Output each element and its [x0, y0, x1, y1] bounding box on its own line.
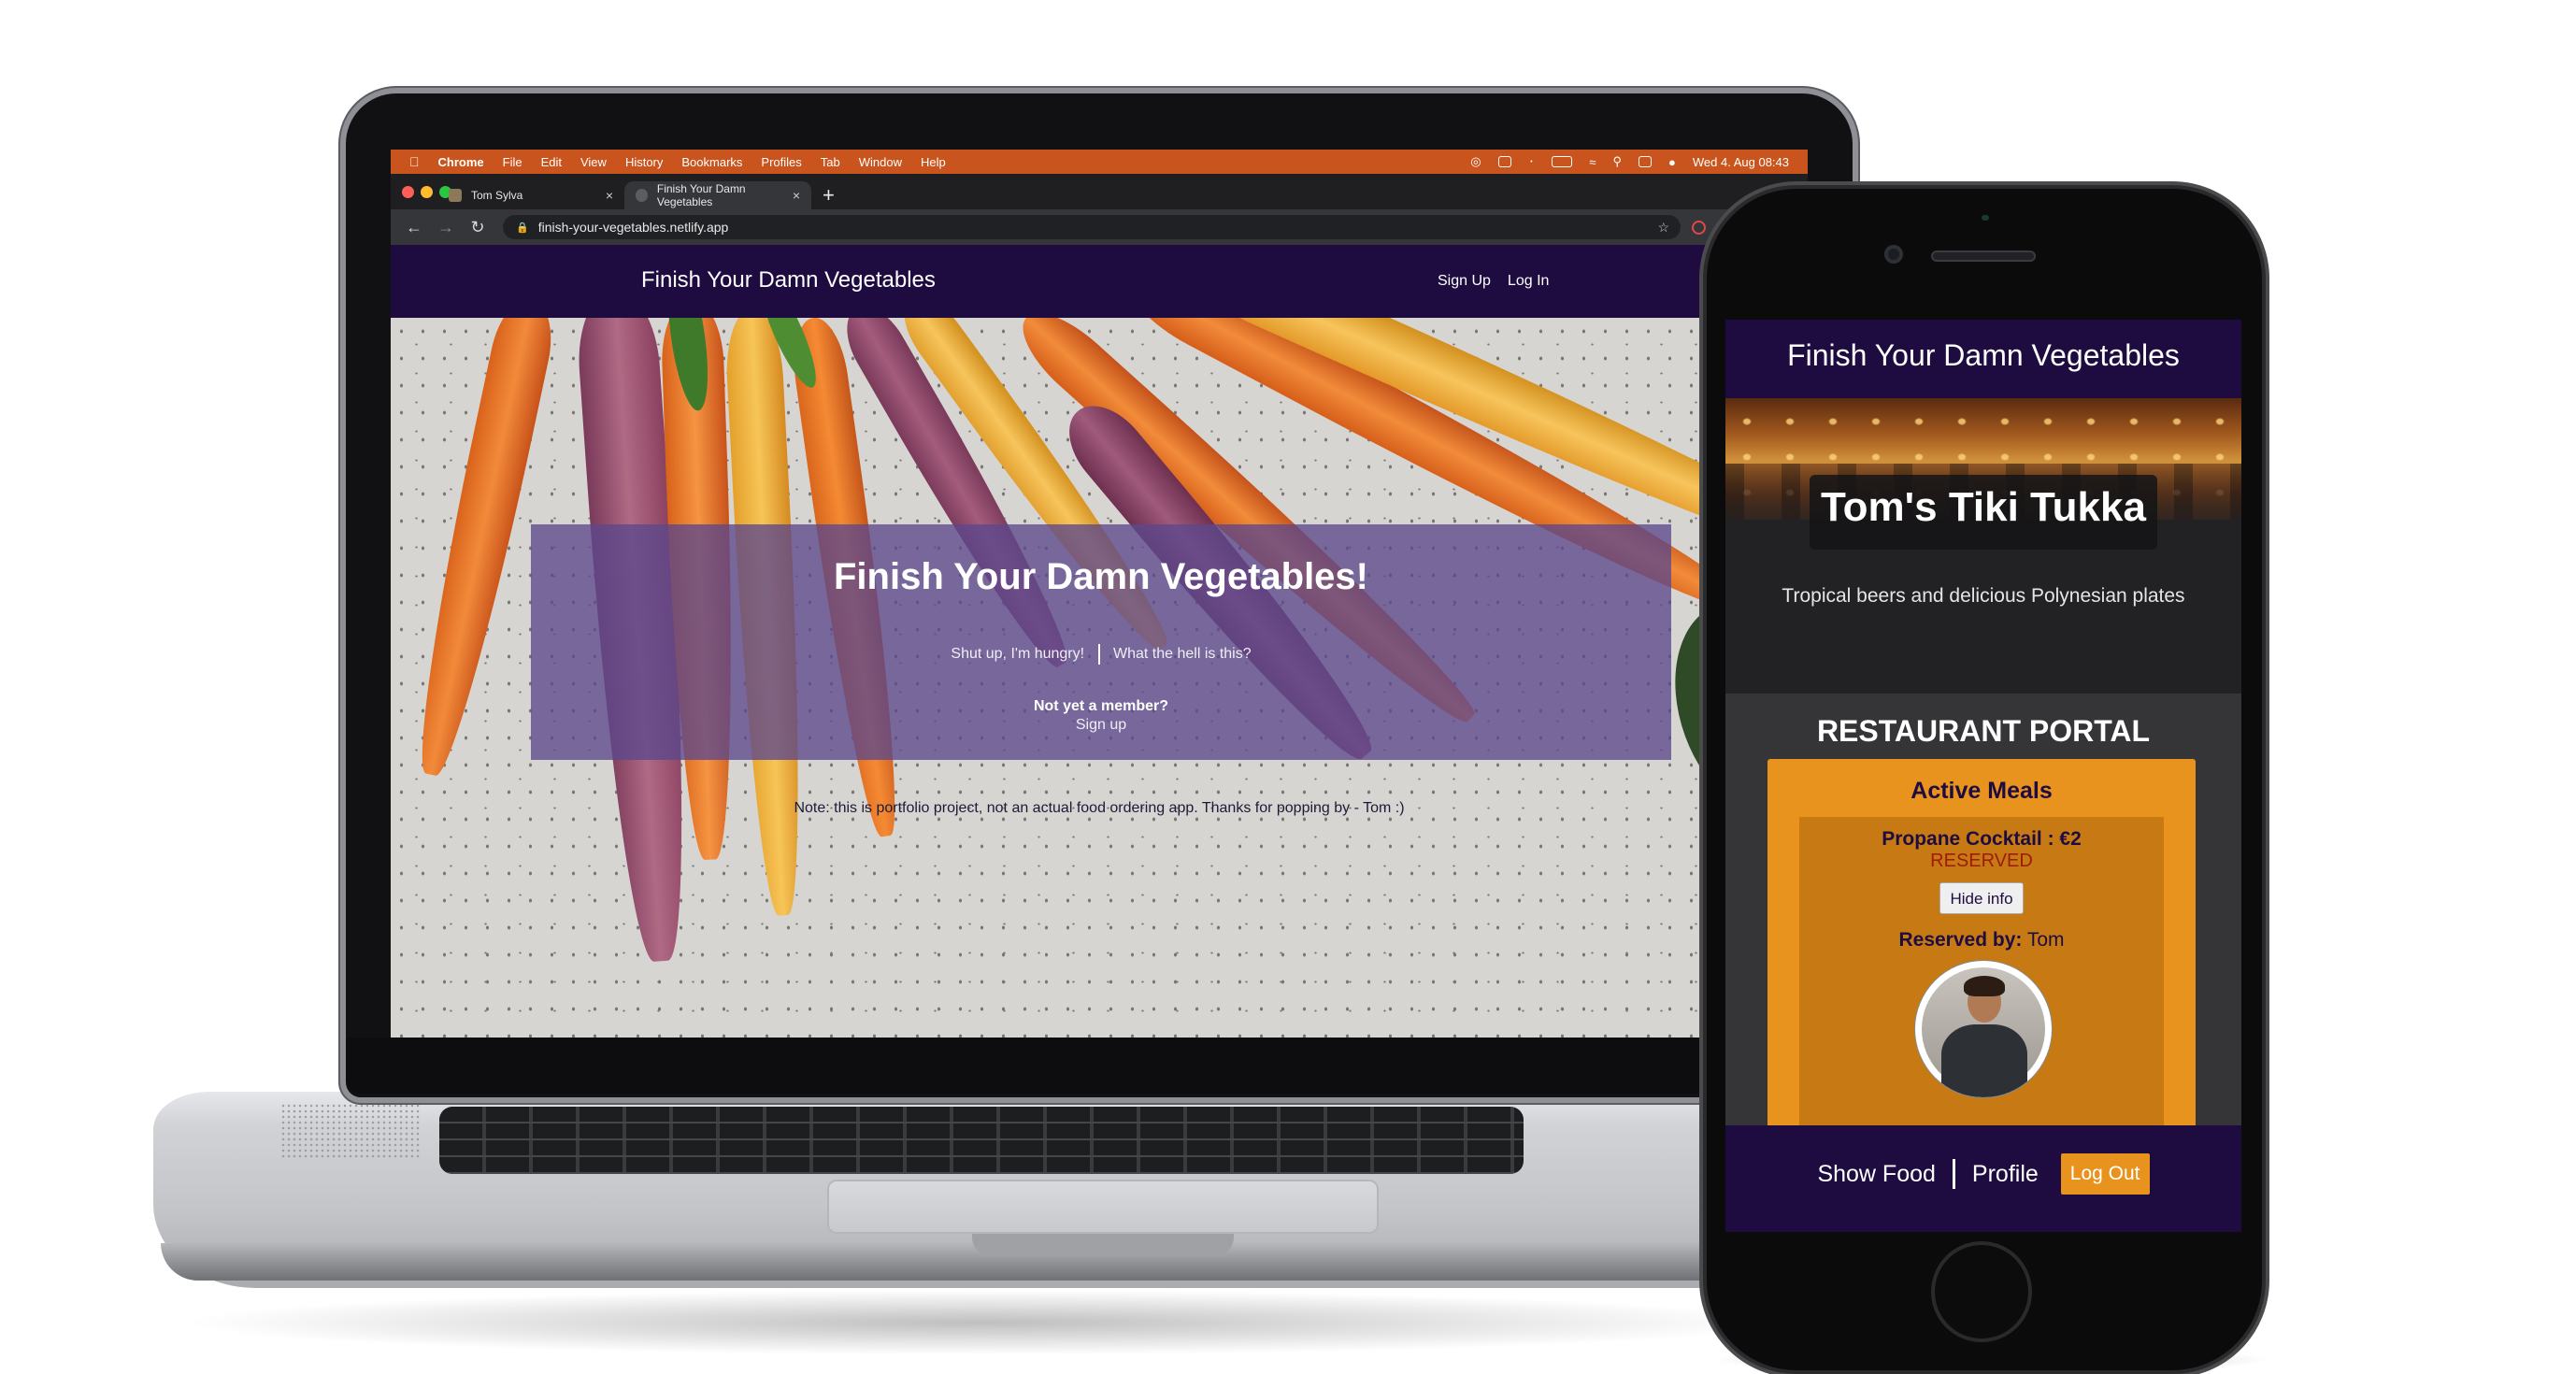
- site-title[interactable]: Finish Your Damn Vegetables: [641, 267, 936, 293]
- bluetooth-icon[interactable]: ᛫: [1528, 155, 1536, 169]
- menu-view[interactable]: View: [580, 155, 607, 169]
- hide-info-button[interactable]: Hide info: [1939, 882, 2024, 914]
- what-is-this-link[interactable]: What the hell is this?: [1113, 646, 1252, 662]
- hero-signup-link[interactable]: Sign up: [531, 717, 1671, 734]
- show-food-link[interactable]: Show Food: [1817, 1161, 1935, 1188]
- menu-chrome[interactable]: Chrome: [438, 155, 484, 169]
- active-meals-card: Active Meals Propane Cocktail : €2 RESER…: [1767, 759, 2196, 1163]
- mac-menu-bar:  Chrome File Edit View History Bookmark…: [391, 150, 1808, 174]
- reload-icon[interactable]: ↻: [469, 218, 486, 237]
- site-navbar: Finish Your Damn Vegetables Sign Up Log …: [391, 245, 1808, 318]
- tab-title: Tom Sylva: [471, 189, 523, 202]
- siri-icon[interactable]: ●: [1668, 155, 1676, 169]
- meal-item: Propane Cocktail : €2 RESERVED Hide info…: [1799, 817, 2164, 1163]
- window-minimize-button[interactable]: [421, 186, 433, 198]
- tab-title: Finish Your Damn Vegetables: [656, 182, 746, 208]
- bookmark-star-icon[interactable]: ☆: [1657, 220, 1669, 236]
- menu-profiles[interactable]: Profiles: [761, 155, 801, 169]
- menu-window[interactable]: Window: [859, 155, 902, 169]
- block-extension-icon[interactable]: [1692, 220, 1706, 235]
- active-meals-title: Active Meals: [1911, 778, 2053, 804]
- phone-bottom-nav: Show Food Profile Log Out: [1725, 1125, 2241, 1232]
- restaurant-name: Tom's Tiki Tukka: [1821, 484, 2146, 530]
- menubar-datetime[interactable]: Wed 4. Aug 08:43: [1693, 155, 1789, 169]
- tab-close-icon[interactable]: ×: [606, 188, 613, 203]
- laptop-shadow: [178, 1290, 1785, 1355]
- new-tab-button[interactable]: +: [823, 183, 835, 208]
- tab-finish-your-damn-vegetables[interactable]: Finish Your Damn Vegetables ×: [624, 181, 811, 209]
- status-circle-icon[interactable]: ◎: [1470, 154, 1481, 169]
- avatar: [1915, 961, 2052, 1097]
- tab-close-icon[interactable]: ×: [793, 188, 800, 203]
- lock-icon: 🔒: [516, 222, 529, 234]
- reserved-by-label: Reserved by:: [1898, 929, 2023, 951]
- laptop-screen:  Chrome File Edit View History Bookmark…: [391, 150, 1808, 1038]
- spotlight-search-icon[interactable]: ⚲: [1612, 154, 1622, 169]
- menu-history[interactable]: History: [625, 155, 663, 169]
- phone-home-button[interactable]: [1935, 1245, 2028, 1338]
- portal-title: RESTAURANT PORTAL: [1816, 714, 2151, 748]
- phone-sensor: [1982, 215, 1989, 221]
- phone-header: Finish Your Damn Vegetables: [1725, 320, 2241, 398]
- meal-name: Propane Cocktail : €2: [1882, 828, 2082, 850]
- browser-tab-bar: Tom Sylva × Finish Your Damn Vegetables …: [391, 174, 1808, 209]
- profile-link[interactable]: Profile: [1972, 1161, 2039, 1188]
- window-close-button[interactable]: [402, 186, 414, 198]
- reserved-by-name: Tom: [2026, 929, 2065, 951]
- nav-login-link[interactable]: Log In: [1508, 273, 1549, 290]
- tab-tom-sylva[interactable]: Tom Sylva ×: [437, 181, 624, 209]
- tab-favicon-icon: [636, 189, 648, 202]
- control-center-icon[interactable]: [1639, 156, 1653, 167]
- address-url[interactable]: finish-your-vegetables.netlify.app: [538, 220, 729, 235]
- phone-earpiece: [1931, 250, 2036, 262]
- apple-icon[interactable]: : [409, 154, 420, 169]
- battery-icon[interactable]: [1552, 156, 1573, 167]
- phone-camera: [1884, 245, 1903, 264]
- menu-help[interactable]: Help: [921, 155, 946, 169]
- hero-section: Finish Your Damn Vegetables! Shut up, I'…: [391, 318, 1808, 1038]
- menu-file[interactable]: File: [503, 155, 522, 169]
- hero-overlay-card: Finish Your Damn Vegetables! Shut up, I'…: [531, 524, 1671, 760]
- back-arrow-icon[interactable]: ←: [406, 218, 422, 237]
- hero-links: Shut up, I'm hungry! What the hell is th…: [531, 644, 1671, 665]
- logout-button[interactable]: Log Out: [2060, 1153, 2150, 1195]
- nav-divider: [1952, 1159, 1955, 1189]
- portfolio-note: Note: this is portfolio project, not an …: [794, 800, 1405, 816]
- laptop-trackpad: [827, 1180, 1379, 1234]
- browser-toolbar: ← → ↻ 🔒 finish-your-vegetables.netlify.a…: [391, 209, 1808, 245]
- nav-signup-link[interactable]: Sign Up: [1438, 273, 1491, 290]
- laptop-keyboard-rows: [439, 1107, 1524, 1174]
- link-divider: [1097, 644, 1100, 665]
- menu-tab[interactable]: Tab: [821, 155, 840, 169]
- avatar-body: [1941, 1024, 2027, 1097]
- menu-edit[interactable]: Edit: [541, 155, 562, 169]
- wifi-icon[interactable]: ≈: [1589, 155, 1596, 169]
- reserved-by: Reserved by: Tom: [1799, 929, 2164, 952]
- tab-favicon-icon: [449, 189, 462, 202]
- keyboard-input-icon[interactable]: [1497, 156, 1511, 167]
- phone-site-title[interactable]: Finish Your Damn Vegetables: [1725, 338, 2241, 373]
- member-prompt: Not yet a member?: [1033, 698, 1169, 714]
- menu-bookmarks[interactable]: Bookmarks: [681, 155, 742, 169]
- restaurant-tagline: Tropical beers and delicious Polynesian …: [1782, 585, 2185, 607]
- hungry-link[interactable]: Shut up, I'm hungry!: [951, 646, 1084, 662]
- forward-arrow-icon[interactable]: →: [437, 218, 454, 237]
- phone-screen: Finish Your Damn Vegetables Tom's Tiki T…: [1725, 320, 2241, 1232]
- laptop-bezel: [346, 1038, 1853, 1094]
- hero-heading: Finish Your Damn Vegetables!: [834, 556, 1368, 597]
- laptop-hinge-notch: [972, 1234, 1234, 1256]
- address-bar[interactable]: 🔒 finish-your-vegetables.netlify.app ☆: [503, 215, 1681, 239]
- avatar-hair: [1964, 976, 2005, 996]
- laptop-speaker-grille: [280, 1103, 421, 1159]
- reserved-status: RESERVED: [1930, 851, 2033, 871]
